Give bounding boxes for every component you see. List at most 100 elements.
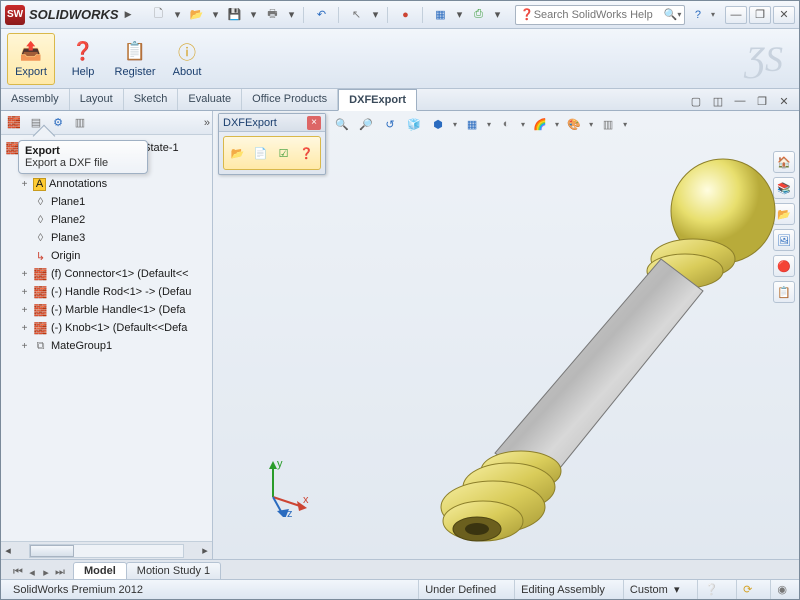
rebuild-icon[interactable]: ● — [396, 6, 414, 24]
tree-item-handle-rod[interactable]: +🧱(-) Handle Rod<1> -> (Defau — [5, 283, 210, 301]
select-icon[interactable]: ↖ — [347, 6, 365, 24]
previous-view-icon[interactable]: ↺ — [381, 115, 399, 133]
new-dropdown-icon[interactable]: ▾ — [173, 6, 181, 24]
dim-tab-icon[interactable]: ▥ — [71, 114, 89, 132]
save-dropdown-icon[interactable]: ▾ — [249, 6, 257, 24]
view-orientation-icon[interactable]: ⬢ — [429, 115, 447, 133]
zoom-area-icon[interactable]: 🔎 — [357, 115, 375, 133]
zoom-fit-icon[interactable]: 🔍 — [333, 115, 351, 133]
tab-dxfexport[interactable]: DXFExport — [338, 89, 417, 111]
tree-item-plane3[interactable]: ◊Plane3 — [5, 229, 210, 247]
doc-minimize-button[interactable]: — — [731, 92, 749, 110]
options-icon[interactable]: ▦ — [431, 6, 449, 24]
about-button[interactable]: ⓘ About — [163, 33, 211, 85]
register-button[interactable]: 📋 Register — [111, 33, 159, 85]
tree-label: (-) Marble Handle<1> (Defa — [51, 304, 186, 316]
tab-sketch[interactable]: Sketch — [124, 88, 179, 110]
tab-first-icon[interactable]: ⏮ — [11, 566, 25, 579]
tab-last-icon[interactable]: ⏭ — [53, 566, 67, 579]
help-button[interactable]: ❓ Help — [59, 33, 107, 85]
scroll-right-icon[interactable]: ▸ — [198, 544, 212, 557]
scrollbar-track[interactable] — [29, 544, 184, 558]
dxf-panel-close-icon[interactable]: × — [307, 116, 321, 130]
tree-item-knob[interactable]: +🧱(-) Knob<1> (Default<<Defa — [5, 319, 210, 337]
screen-dropdown-icon[interactable]: ▾ — [493, 6, 501, 24]
tree-item-marble-handle[interactable]: +🧱(-) Marble Handle<1> (Defa — [5, 301, 210, 319]
doc-restore-button[interactable]: ❐ — [753, 92, 771, 110]
viewport-split-icon[interactable]: ◫ — [709, 92, 727, 110]
expand-icon[interactable]: + — [19, 179, 30, 190]
help-icon[interactable]: ? — [689, 6, 707, 24]
open-dropdown-icon[interactable]: ▾ — [211, 6, 219, 24]
tree-item-mates[interactable]: +⧉MateGroup1 — [5, 337, 210, 355]
dxf-options-icon[interactable]: 📄 — [251, 143, 270, 163]
doc-tab-motion[interactable]: Motion Study 1 — [126, 562, 221, 579]
feature-tree-tab-icon[interactable]: 🧱 — [5, 114, 23, 132]
tab-prev-icon[interactable]: ◂ — [25, 566, 39, 579]
select-dropdown-icon[interactable]: ▾ — [371, 6, 379, 24]
tree-item-plane2[interactable]: ◊Plane2 — [5, 211, 210, 229]
heads-up-toolbar: 🔍 🔎 ↺ 🧊 ⬢▾ ▦▾ ◐▾ 🌈▾ 🎨▾ ▥▾ — [333, 115, 627, 133]
print-dropdown-icon[interactable]: ▾ — [287, 6, 295, 24]
search-input[interactable] — [534, 9, 664, 21]
dxf-export-icon[interactable]: 📂 — [228, 143, 247, 163]
doc-tab-model[interactable]: Model — [73, 562, 127, 579]
view-triad[interactable]: y x z — [253, 457, 313, 517]
export-button[interactable]: 📤 Export — [7, 33, 55, 85]
restore-button[interactable]: ❐ — [749, 6, 771, 24]
status-units[interactable]: Custom ▾ — [623, 580, 686, 599]
menu-dropdown-icon[interactable]: ▶ — [125, 9, 132, 20]
dxf-list-icon[interactable]: ☑ — [274, 143, 293, 163]
dxf-export-panel[interactable]: DXFExport × 📂 📄 ☑ ❓ — [218, 113, 326, 175]
tree-item-annotations[interactable]: +AAnnotations — [5, 175, 210, 193]
export-tooltip: Export Export a DXF file — [18, 140, 148, 174]
new-file-icon[interactable]: 🗋 — [149, 6, 167, 24]
viewport[interactable]: DXFExport × 📂 📄 ☑ ❓ 🔍 🔎 ↺ 🧊 ⬢▾ ▦▾ ◐▾ 🌈▾ … — [213, 111, 799, 559]
close-button[interactable]: ✕ — [773, 6, 795, 24]
view-settings-icon[interactable]: ▥ — [599, 115, 617, 133]
options-dropdown-icon[interactable]: ▾ — [455, 6, 463, 24]
display-style-icon[interactable]: ▦ — [463, 115, 481, 133]
tree-hscrollbar[interactable]: ◂ ▸ — [1, 541, 212, 559]
tree-label: (-) Knob<1> (Default<<Defa — [51, 322, 187, 334]
tree-item-connector[interactable]: +🧱(f) Connector<1> (Default<< — [5, 265, 210, 283]
section-view-icon[interactable]: 🧊 — [405, 115, 423, 133]
tab-assembly[interactable]: Assembly — [1, 88, 70, 110]
brand-label: SOLIDWORKS — [29, 7, 119, 22]
status-macro-icon[interactable]: ◉ — [770, 580, 793, 599]
dxf-help-icon[interactable]: ❓ — [297, 143, 316, 163]
tab-evaluate[interactable]: Evaluate — [178, 88, 242, 110]
tree-item-plane1[interactable]: ◊Plane1 — [5, 193, 210, 211]
undo-icon[interactable]: ↶ — [312, 6, 330, 24]
status-rebuild-icon[interactable]: ⟳ — [736, 580, 758, 599]
feature-tree[interactable]: 🧱 handle (Default<Display State-1 ◎Senso… — [1, 135, 212, 541]
tab-layout[interactable]: Layout — [70, 88, 124, 110]
hide-show-icon[interactable]: ◐ — [497, 115, 515, 133]
print-icon[interactable]: 🖶 — [263, 6, 281, 24]
tab-next-icon[interactable]: ▸ — [39, 566, 53, 579]
config-tab-icon[interactable]: ⚙ — [49, 114, 67, 132]
open-file-icon[interactable]: 📂 — [187, 6, 205, 24]
viewport-single-icon[interactable]: ▢ — [687, 92, 705, 110]
expand-icon[interactable]: + — [19, 305, 30, 316]
collapse-panel-icon[interactable]: » — [204, 117, 208, 129]
search-box[interactable]: ❓ 🔍▾ — [515, 5, 685, 25]
scene-icon[interactable]: 🎨 — [565, 115, 583, 133]
search-magnify-icon[interactable]: 🔍 — [664, 8, 678, 21]
status-help-icon[interactable]: ❔ — [697, 580, 724, 599]
expand-icon[interactable]: + — [19, 323, 30, 334]
appearance-icon[interactable]: 🌈 — [531, 115, 549, 133]
dxf-panel-titlebar[interactable]: DXFExport × — [219, 114, 325, 132]
expand-icon[interactable]: + — [19, 287, 30, 298]
minimize-button[interactable]: — — [725, 6, 747, 24]
scrollbar-thumb[interactable] — [30, 545, 74, 557]
tab-office-products[interactable]: Office Products — [242, 88, 338, 110]
expand-icon[interactable]: + — [19, 269, 30, 280]
status-defined: Under Defined — [418, 580, 502, 599]
tree-item-origin[interactable]: ↳Origin — [5, 247, 210, 265]
expand-icon[interactable]: + — [19, 341, 30, 352]
screen-capture-icon[interactable]: ⎙ — [469, 6, 487, 24]
doc-close-button[interactable]: ✕ — [775, 92, 793, 110]
save-icon[interactable]: 💾 — [225, 6, 243, 24]
scroll-left-icon[interactable]: ◂ — [1, 544, 15, 557]
